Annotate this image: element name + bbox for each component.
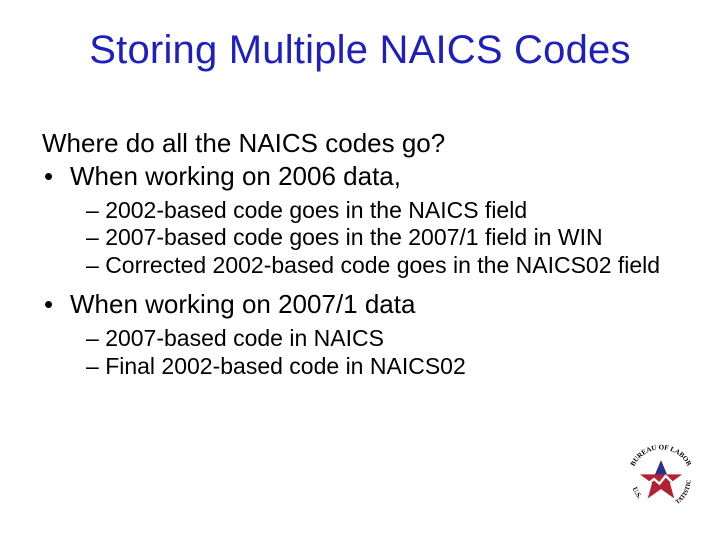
sub-list-2006: 2002-based code goes in the NAICS field …	[42, 197, 678, 278]
star-top-icon	[655, 460, 667, 474]
bls-logo-icon: BUREAU OF LABOR U.S. STATISTICS	[622, 440, 700, 518]
sub-item: Corrected 2002-based code goes in the NA…	[42, 252, 678, 279]
bullet-2006: When working on 2006 data,	[42, 161, 678, 192]
intro-line: Where do all the NAICS codes go?	[42, 128, 678, 159]
svg-text:U.S.: U.S.	[631, 486, 644, 501]
logo-text-left: U.S.	[631, 486, 644, 501]
bullet-2007: When working on 2007/1 data	[42, 289, 678, 320]
slide-body: Where do all the NAICS codes go? When wo…	[42, 128, 678, 390]
sub-item: 2002-based code goes in the NAICS field	[42, 197, 678, 224]
sub-list-2007: 2007-based code in NAICS Final 2002-base…	[42, 325, 678, 379]
slide-title: Storing Multiple NAICS Codes	[0, 28, 720, 73]
sub-item: Final 2002-based code in NAICS02	[42, 353, 678, 380]
sub-item: 2007-based code goes in the 2007/1 field…	[42, 224, 678, 251]
sub-item: 2007-based code in NAICS	[42, 325, 678, 352]
slide: Storing Multiple NAICS Codes Where do al…	[0, 0, 720, 540]
